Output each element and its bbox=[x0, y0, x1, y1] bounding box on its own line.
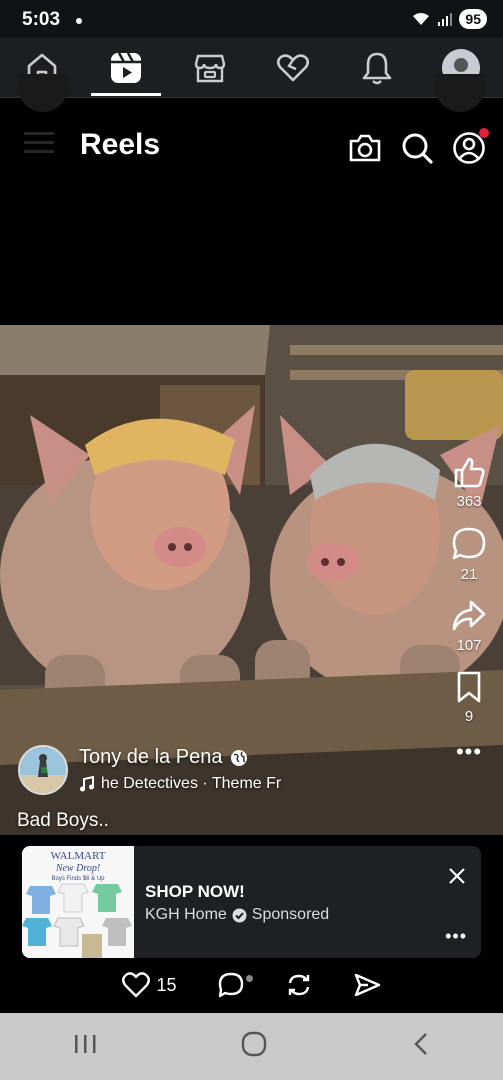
ad-thumb-brand: WALMART bbox=[51, 850, 106, 862]
bottom-like-button[interactable]: 15 bbox=[122, 972, 177, 998]
reels-profile-button[interactable] bbox=[451, 128, 489, 166]
close-icon bbox=[449, 868, 465, 884]
like-count: 363 bbox=[456, 493, 482, 510]
reel-caption: Bad Boys.. bbox=[17, 810, 109, 831]
status-indicators: 95 bbox=[411, 9, 487, 29]
header-actions bbox=[347, 128, 489, 166]
dating-heart-icon bbox=[277, 53, 310, 81]
background-shape bbox=[435, 74, 485, 112]
recent-apps-button[interactable] bbox=[72, 1032, 98, 1061]
top-navigation bbox=[0, 38, 503, 98]
bottom-comment-button[interactable] bbox=[217, 971, 253, 999]
save-count: 9 bbox=[464, 708, 474, 725]
nav-notifications[interactable] bbox=[342, 38, 412, 98]
battery-indicator: 95 bbox=[459, 9, 487, 29]
ad-more-options-button[interactable]: ••• bbox=[445, 926, 467, 947]
audio-track[interactable]: he Detectives · Theme Fr bbox=[79, 775, 284, 793]
search-button[interactable] bbox=[399, 130, 435, 166]
ad-cta-text[interactable]: SHOP NOW! bbox=[145, 882, 245, 902]
bottom-remix-button[interactable] bbox=[285, 971, 313, 999]
camera-icon bbox=[349, 134, 381, 162]
like-button[interactable]: 363 bbox=[452, 455, 486, 510]
author-name[interactable]: Tony de la Pena bbox=[79, 746, 248, 769]
notification-dot bbox=[76, 18, 82, 24]
unread-dot bbox=[245, 975, 253, 982]
ad-thumb-line2: Boys Finds $6 & Up bbox=[51, 876, 105, 882]
ad-advertiser[interactable]: KGH Home bbox=[145, 906, 227, 924]
bookmark-icon bbox=[457, 671, 481, 703]
bell-icon bbox=[362, 52, 392, 84]
ad-thumb-line1: New Drop! bbox=[55, 863, 100, 874]
search-icon bbox=[402, 133, 433, 164]
sponsored-ad-card[interactable]: WALMART New Drop! Boys Finds $6 & Up SHO… bbox=[22, 846, 481, 958]
share-count: 107 bbox=[456, 637, 482, 654]
reel-video[interactable] bbox=[0, 325, 503, 835]
ad-close-button[interactable] bbox=[445, 864, 469, 888]
background-shape bbox=[18, 74, 68, 112]
globe-icon bbox=[231, 749, 248, 766]
bottom-send-button[interactable] bbox=[353, 972, 381, 998]
share-icon bbox=[452, 600, 486, 631]
back-chevron-icon bbox=[414, 1033, 427, 1055]
heart-icon bbox=[122, 972, 151, 998]
marketplace-icon bbox=[194, 54, 225, 82]
reels-icon bbox=[110, 51, 141, 83]
home-circle-icon bbox=[242, 1031, 267, 1057]
music-note-icon bbox=[80, 776, 94, 792]
send-icon bbox=[354, 973, 380, 997]
share-button[interactable]: 107 bbox=[451, 599, 487, 654]
back-button[interactable] bbox=[411, 1031, 431, 1062]
status-time: 5:03 bbox=[22, 9, 61, 30]
verified-badge-icon bbox=[232, 908, 247, 922]
save-button[interactable]: 9 bbox=[455, 670, 483, 725]
home-system-button[interactable] bbox=[241, 1031, 267, 1062]
comment-button[interactable]: 21 bbox=[451, 526, 487, 583]
ad-thumbnail-image: WALMART New Drop! Boys Finds $6 & Up bbox=[22, 846, 134, 958]
camera-button[interactable] bbox=[347, 130, 383, 166]
page-title: Reels bbox=[80, 128, 161, 161]
status-bar: 5:03 95 bbox=[0, 0, 503, 38]
nav-marketplace[interactable] bbox=[175, 38, 245, 98]
more-options-button[interactable]: ••• bbox=[456, 741, 482, 763]
recent-apps-icon bbox=[74, 1035, 96, 1053]
comment-icon bbox=[452, 527, 486, 560]
ad-thumbnail[interactable]: WALMART New Drop! Boys Finds $6 & Up bbox=[22, 846, 134, 958]
author-avatar[interactable] bbox=[18, 745, 68, 795]
reel-actions: 363 21 107 9 ••• bbox=[449, 455, 489, 763]
author-name-text: Tony de la Pena bbox=[79, 746, 223, 768]
nav-dating[interactable] bbox=[258, 38, 328, 98]
remix-icon bbox=[288, 974, 309, 996]
comment-count: 21 bbox=[460, 566, 478, 583]
signal-icon bbox=[438, 13, 453, 26]
wifi-icon bbox=[413, 13, 430, 25]
notification-badge bbox=[479, 128, 489, 138]
author-avatar-image bbox=[20, 747, 66, 793]
ad-advertiser-row: KGH Home Sponsored bbox=[145, 906, 329, 924]
ad-sponsored-label: Sponsored bbox=[251, 906, 330, 923]
thumbs-up-icon bbox=[454, 457, 485, 488]
bottom-action-bar: 15 bbox=[0, 963, 503, 1007]
nav-reels[interactable] bbox=[90, 38, 161, 98]
menu-icon bbox=[24, 132, 54, 153]
audio-track-label: he Detectives · Theme Fr bbox=[101, 775, 282, 792]
comment-bubble-icon bbox=[218, 972, 243, 998]
video-frame-image bbox=[0, 325, 503, 835]
system-navigation-bar bbox=[0, 1013, 503, 1080]
bottom-like-count: 15 bbox=[156, 974, 177, 995]
